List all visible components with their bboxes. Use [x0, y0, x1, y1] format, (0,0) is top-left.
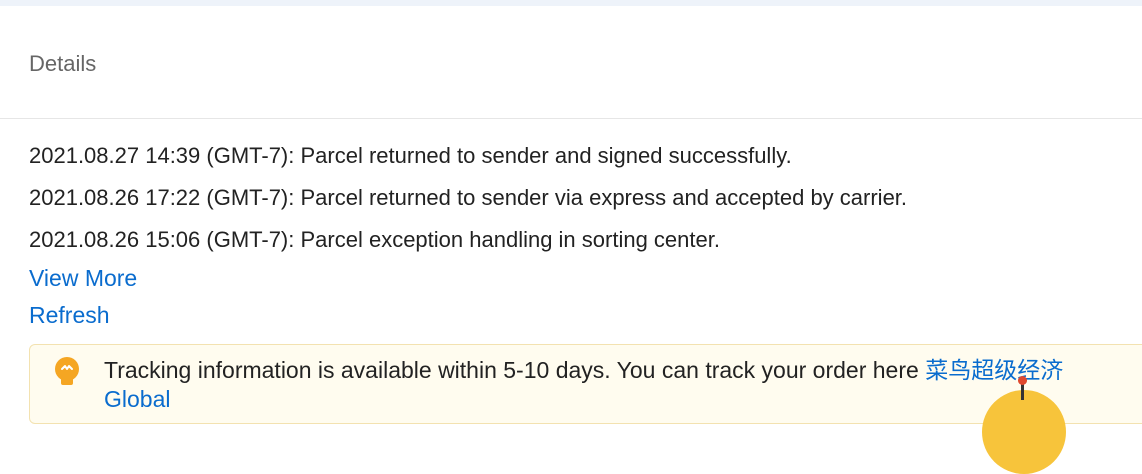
tracking-event: 2021.08.26 15:06 (GMT-7): Parcel excepti… — [29, 227, 720, 252]
floating-helper-widget[interactable] — [982, 390, 1066, 474]
tracking-events-list: 2021.08.27 14:39 (GMT-7): Parcel returne… — [29, 142, 1129, 268]
widget-dot — [1018, 376, 1027, 385]
tracking-event: 2021.08.26 17:22 (GMT-7): Parcel returne… — [29, 185, 908, 210]
refresh-link[interactable]: Refresh — [29, 302, 110, 329]
lightbulb-icon — [55, 357, 79, 385]
view-more-link[interactable]: View More — [29, 265, 137, 292]
details-header: Details — [0, 6, 1142, 119]
notice-text: Tracking information is available within… — [104, 356, 1104, 414]
details-title: Details — [29, 51, 97, 76]
tracking-event: 2021.08.27 14:39 (GMT-7): Parcel returne… — [29, 143, 792, 168]
notice-message: Tracking information is available within… — [104, 357, 926, 383]
tracking-notice: Tracking information is available within… — [29, 344, 1142, 424]
